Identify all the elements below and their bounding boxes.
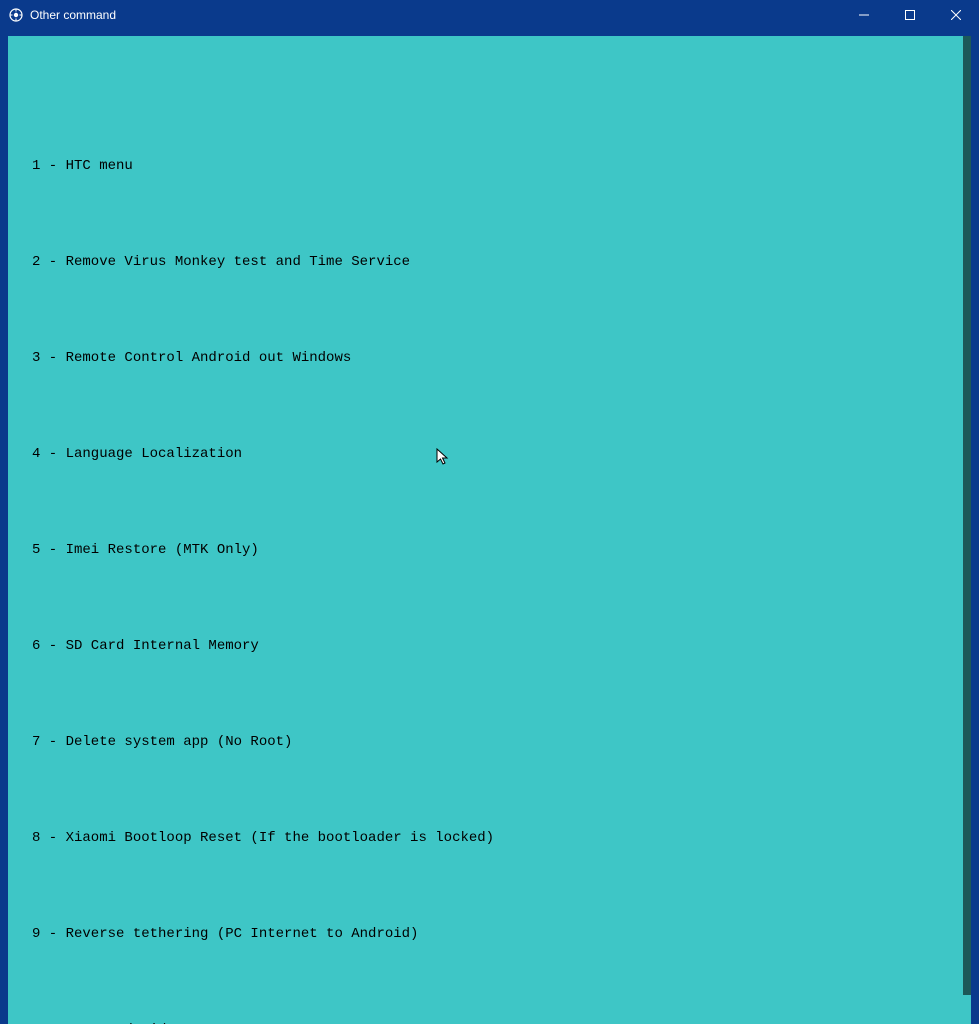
minimize-button[interactable] bbox=[841, 0, 887, 30]
menu-item: 5 - Imei Restore (MTK Only) bbox=[8, 542, 971, 558]
app-icon bbox=[8, 7, 24, 23]
menu-item: 3 - Remote Control Android out Windows bbox=[8, 350, 971, 366]
menu-item: 9 - Reverse tethering (PC Internet to An… bbox=[8, 926, 971, 942]
window-title: Other command bbox=[30, 8, 841, 22]
scrollbar[interactable] bbox=[963, 36, 971, 995]
maximize-button[interactable] bbox=[887, 0, 933, 30]
menu-item: 8 - Xiaomi Bootloop Reset (If the bootlo… bbox=[8, 830, 971, 846]
close-button[interactable] bbox=[933, 0, 979, 30]
menu-item: 6 - SD Card Internal Memory bbox=[8, 638, 971, 654]
app-window: Other command 1 - HTC menu 2 - Remove Vi… bbox=[0, 0, 979, 512]
menu-item: 7 - Delete system app (No Root) bbox=[8, 734, 971, 750]
console-output: 1 - HTC menu 2 - Remove Virus Monkey tes… bbox=[8, 78, 971, 1024]
content-area: 1 - HTC menu 2 - Remove Virus Monkey tes… bbox=[0, 30, 979, 1024]
menu-item: 4 - Language Localization bbox=[8, 446, 971, 462]
window-controls bbox=[841, 0, 979, 30]
menu-item: 1 - HTC menu bbox=[8, 158, 971, 174]
console[interactable]: 1 - HTC menu 2 - Remove Virus Monkey tes… bbox=[8, 36, 971, 1024]
titlebar: Other command bbox=[0, 0, 979, 30]
menu-item: 10 - DPI Android bbox=[8, 1022, 971, 1024]
menu-item: 2 - Remove Virus Monkey test and Time Se… bbox=[8, 254, 971, 270]
